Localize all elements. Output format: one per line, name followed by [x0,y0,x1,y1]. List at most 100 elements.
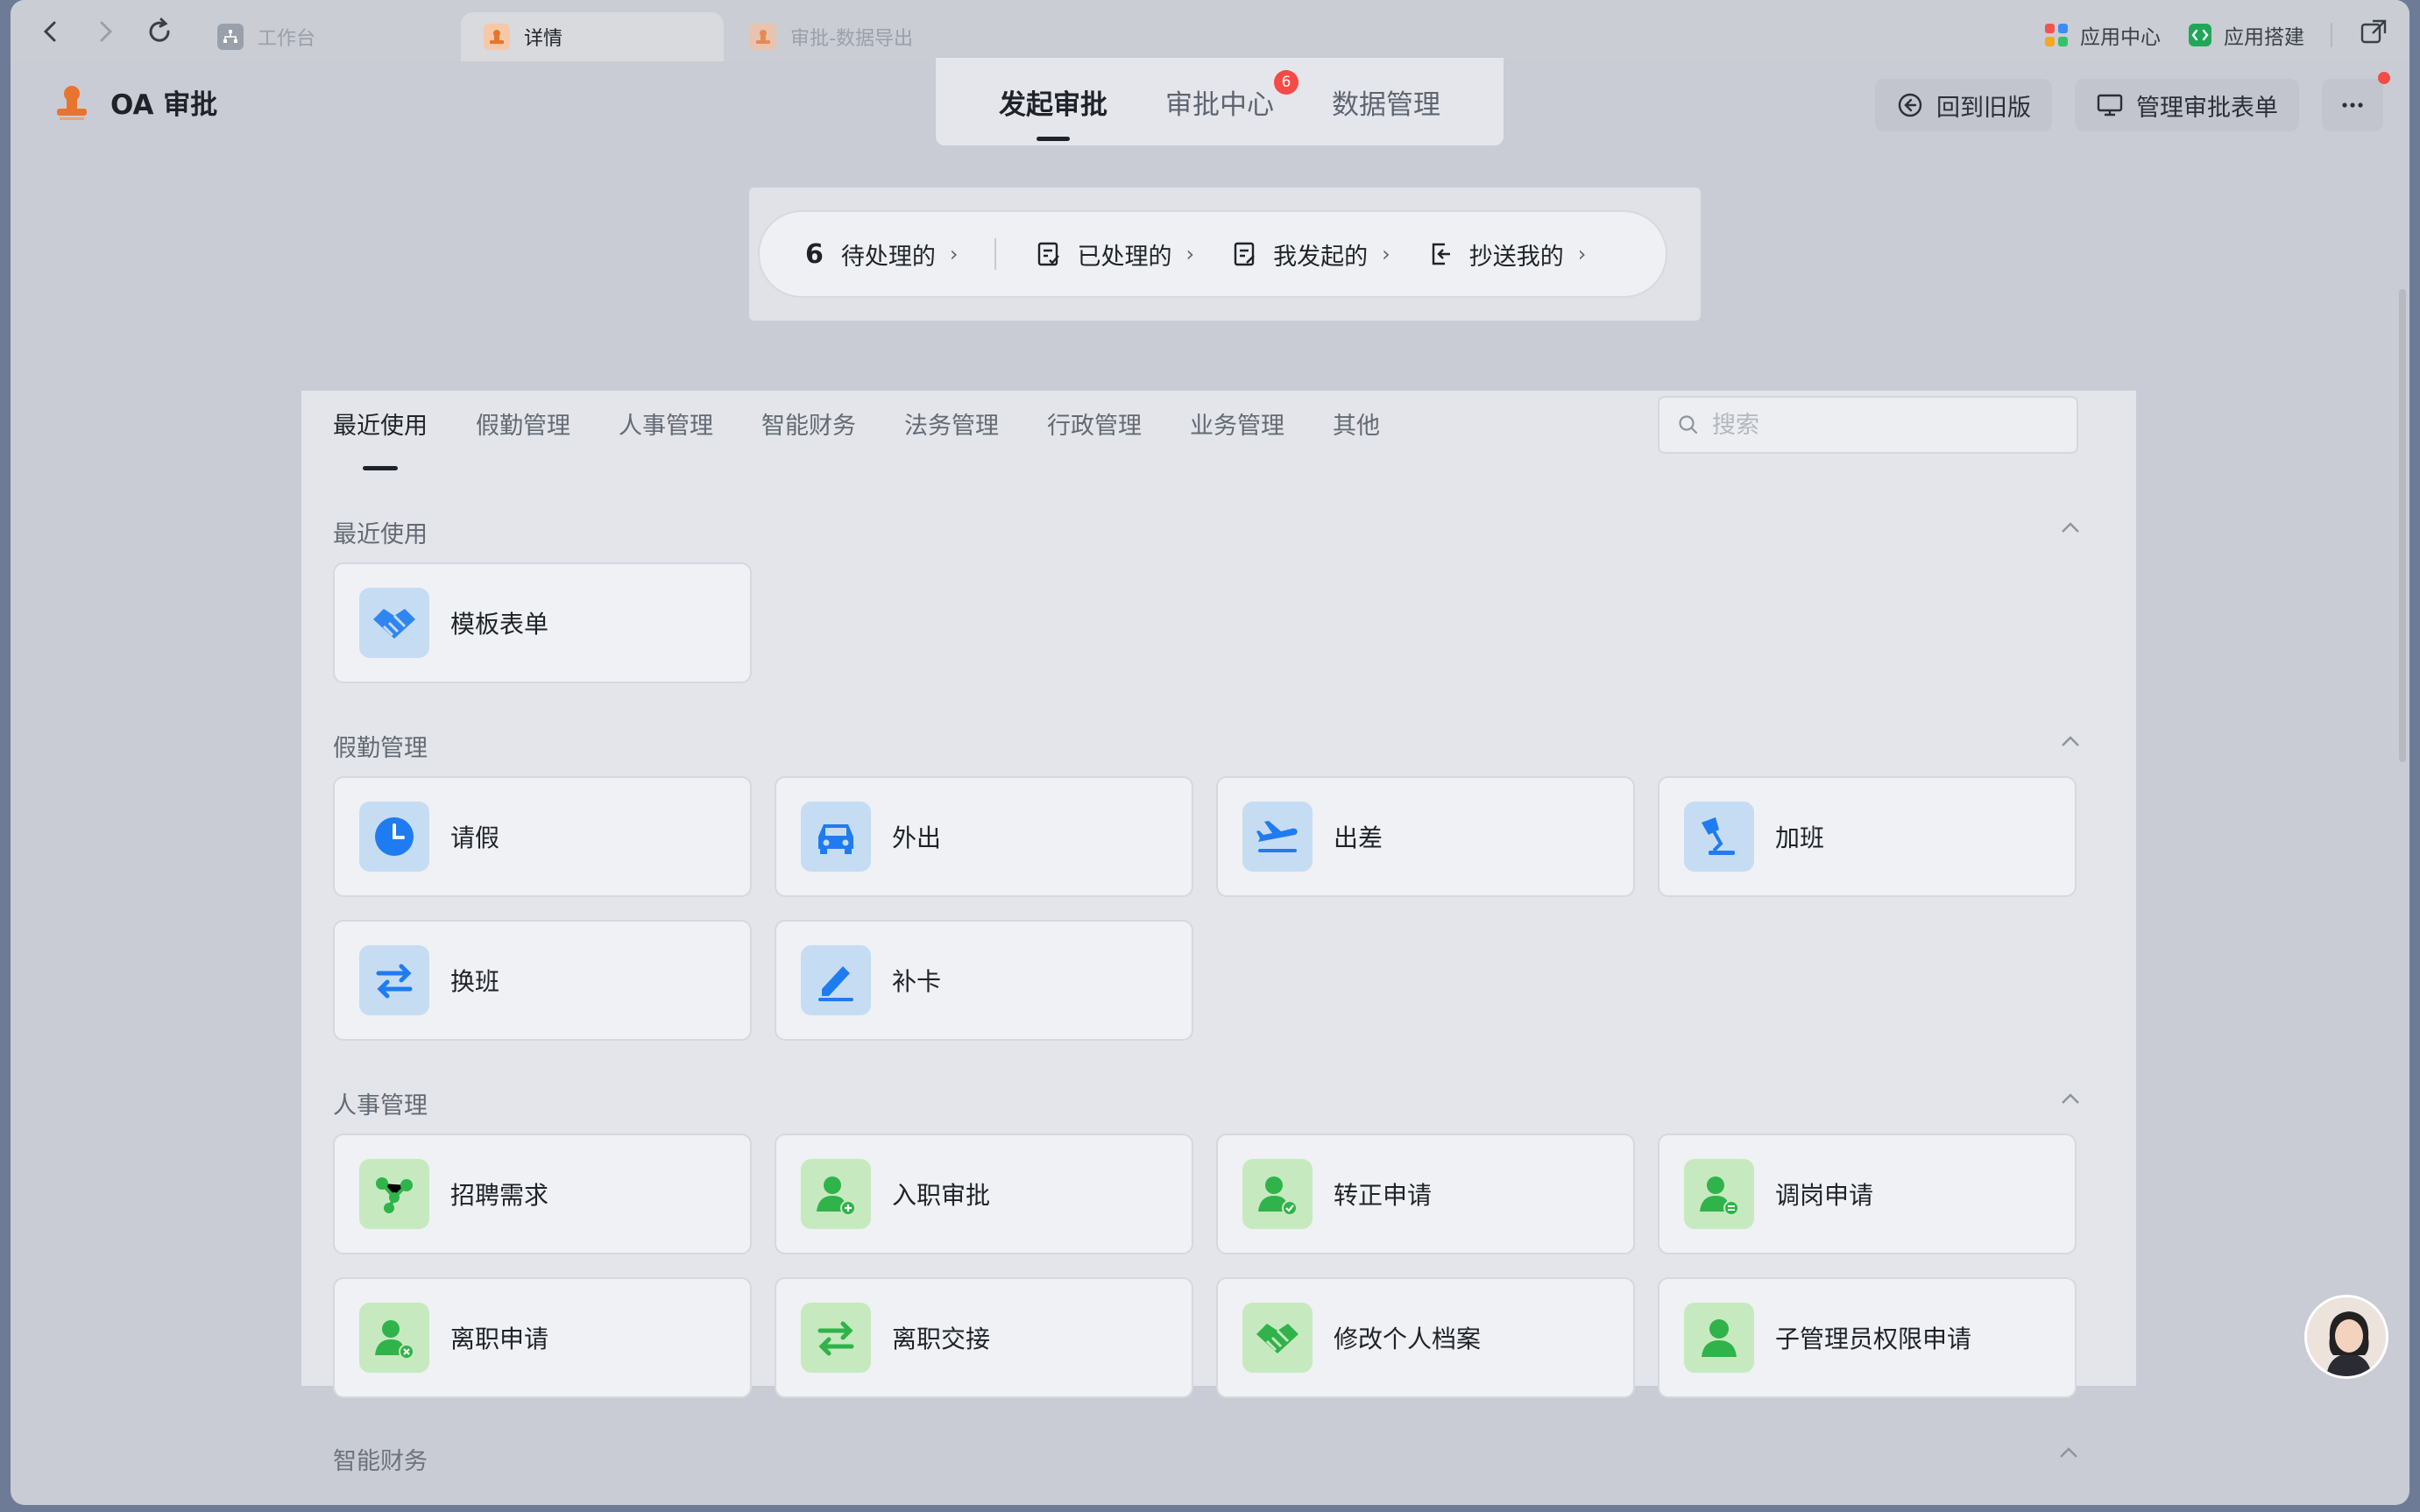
refresh-icon[interactable] [144,16,175,47]
main-tabs: 发起审批 审批中心 6 数据管理 [936,58,1504,145]
pen-icon [801,945,871,1015]
category-tab-hr[interactable]: 人事管理 [619,406,713,447]
handshake-icon [1242,1303,1313,1373]
tab-label: 详情 [524,28,563,50]
section-title-finance: 智能财务 [333,1448,428,1475]
search-box [1658,396,2078,454]
cc-stat[interactable]: 抄送我的 › [1427,237,1587,272]
notification-badge: 6 [1274,69,1298,95]
card-label: 外出 [892,823,942,852]
processed-stat[interactable]: 已处理的 › [1035,237,1194,272]
category-tab-legal[interactable]: 法务管理 [904,406,999,447]
oa-stamp-icon [57,85,87,120]
tab-label: 工作台 [258,28,316,50]
app-header: OA 审批 发起审批 审批中心 6 数据管理 回到旧版 管理审批表单 [11,58,2409,166]
app-window: 工作台 详情 审批-数据导出 应用中心 应用搭建 OA 审批 发起审批 审批中心… [11,0,2409,1505]
card-label: 请假 [450,823,500,852]
browser-tab-export[interactable]: 审批-数据导出 [727,12,1025,61]
top-right-links: 应用中心 应用搭建 [2043,18,2388,53]
chevron-right-icon: › [1577,242,1587,266]
app-center-link[interactable]: 应用中心 [2043,20,2161,50]
approval-card-sub-admin-permission[interactable]: 子管理员权限申请 [1658,1277,2077,1398]
more-menu-button[interactable] [2322,72,2390,131]
avatar-portrait-icon [2307,1297,2386,1376]
approval-card-job-transfer[interactable]: 调岗申请 [1658,1134,2077,1254]
pending-label: 待处理的 [840,243,936,271]
initiated-stat[interactable]: 我发起的 › [1231,237,1390,272]
card-label: 修改个人档案 [1334,1325,1482,1353]
approval-card-resignation-handover[interactable]: 离职交接 [775,1277,1193,1398]
approval-card-go-out[interactable]: 外出 [775,776,1193,897]
chevron-up-icon[interactable] [2057,729,2084,755]
tab-label: 审批-数据导出 [790,28,913,50]
chevron-right-icon: › [949,242,959,266]
category-tab-business[interactable]: 业务管理 [1190,406,1284,447]
approval-card-edit-profile[interactable]: 修改个人档案 [1216,1277,1635,1398]
card-label: 离职申请 [450,1325,549,1353]
chevron-right-icon: › [1185,242,1195,266]
approval-card-probation-confirmation[interactable]: 转正申请 [1216,1134,1635,1254]
back-icon[interactable] [35,16,67,47]
swap-arrows-icon [359,945,429,1015]
more-dots-icon [2342,102,2363,108]
approval-catalog-panel: 最近使用 假勤管理 人事管理 智能财务 法务管理 行政管理 业务管理 其他 最近… [301,391,2136,1398]
network-icon [359,1159,429,1229]
browser-tab-bar: 工作台 详情 审批-数据导出 应用中心 应用搭建 [11,0,2409,61]
chevron-right-icon: › [1382,242,1390,266]
category-tab-other[interactable]: 其他 [1333,406,1380,447]
approval-card-resignation[interactable]: 离职申请 [333,1277,752,1398]
pending-stat[interactable]: 6 待处理的 › [805,237,958,272]
oa-stamp-icon [484,24,510,50]
button-label: 管理审批表单 [2136,94,2278,122]
user-check-icon [1242,1159,1313,1229]
tab-approval-center[interactable]: 审批中心 6 [1165,69,1298,122]
pending-count: 6 [805,238,824,270]
approval-card-onboarding[interactable]: 入职审批 [775,1134,1193,1254]
app-builder-link[interactable]: 应用搭建 [2187,20,2304,50]
app-center-icon [2045,24,2068,46]
card-label: 模板表单 [450,610,549,639]
approval-card-shift-swap[interactable]: 换班 [333,920,752,1041]
approval-card-recruitment[interactable]: 招聘需求 [333,1134,752,1254]
open-external-icon[interactable] [2359,18,2388,53]
desk-lamp-icon [1684,802,1754,872]
card-label: 加班 [1775,823,1825,852]
category-tab-attendance[interactable]: 假勤管理 [476,406,570,447]
approval-card-template-form[interactable]: 模板表单 [333,562,752,683]
chevron-up-icon[interactable] [2057,1442,2080,1471]
chevron-up-icon[interactable] [2057,1086,2084,1113]
back-to-old-version-button[interactable]: 回到旧版 [1875,79,2052,131]
assistant-avatar[interactable] [2304,1295,2388,1379]
manage-approval-forms-button[interactable]: 管理审批表单 [2075,79,2299,131]
car-icon [801,802,871,872]
browser-tab-detail[interactable]: 详情 [461,12,724,61]
clock-icon [359,802,429,872]
card-label: 离职交接 [892,1325,991,1353]
category-tab-recent[interactable]: 最近使用 [333,406,428,470]
card-label: 调岗申请 [1775,1181,1874,1210]
button-label: 回到旧版 [1936,94,2031,122]
approval-card-business-trip[interactable]: 出差 [1216,776,1635,897]
app-title[interactable]: OA 审批 [53,82,217,122]
swap-arrows-icon [801,1303,871,1373]
category-tab-admin[interactable]: 行政管理 [1047,406,1142,447]
approval-card-overtime[interactable]: 加班 [1658,776,2077,897]
chevron-up-icon[interactable] [2057,515,2084,541]
browser-tab-workbench[interactable]: 工作台 [195,12,449,61]
processed-label: 已处理的 [1077,243,1172,271]
user-remove-icon [359,1303,429,1373]
approval-card-leave[interactable]: 请假 [333,776,752,897]
category-tab-finance[interactable]: 智能财务 [761,406,856,447]
search-input[interactable] [1712,411,2063,439]
scrollbar[interactable] [2399,289,2406,762]
tab-initiate-approval[interactable]: 发起审批 [999,82,1107,141]
monitor-icon [2097,94,2123,117]
approval-card-clock-in-correction[interactable]: 补卡 [775,920,1193,1041]
card-label: 招聘需求 [450,1181,549,1210]
forward-icon[interactable] [89,16,121,47]
stats-bar: 6 待处理的 › 已处理的 › 我发起的 › 抄送我的 › [758,210,1667,298]
user-transfer-icon [1684,1159,1754,1229]
handshake-icon [359,588,429,658]
tab-data-management[interactable]: 数据管理 [1332,82,1440,122]
app-builder-label: 应用搭建 [2224,26,2304,49]
